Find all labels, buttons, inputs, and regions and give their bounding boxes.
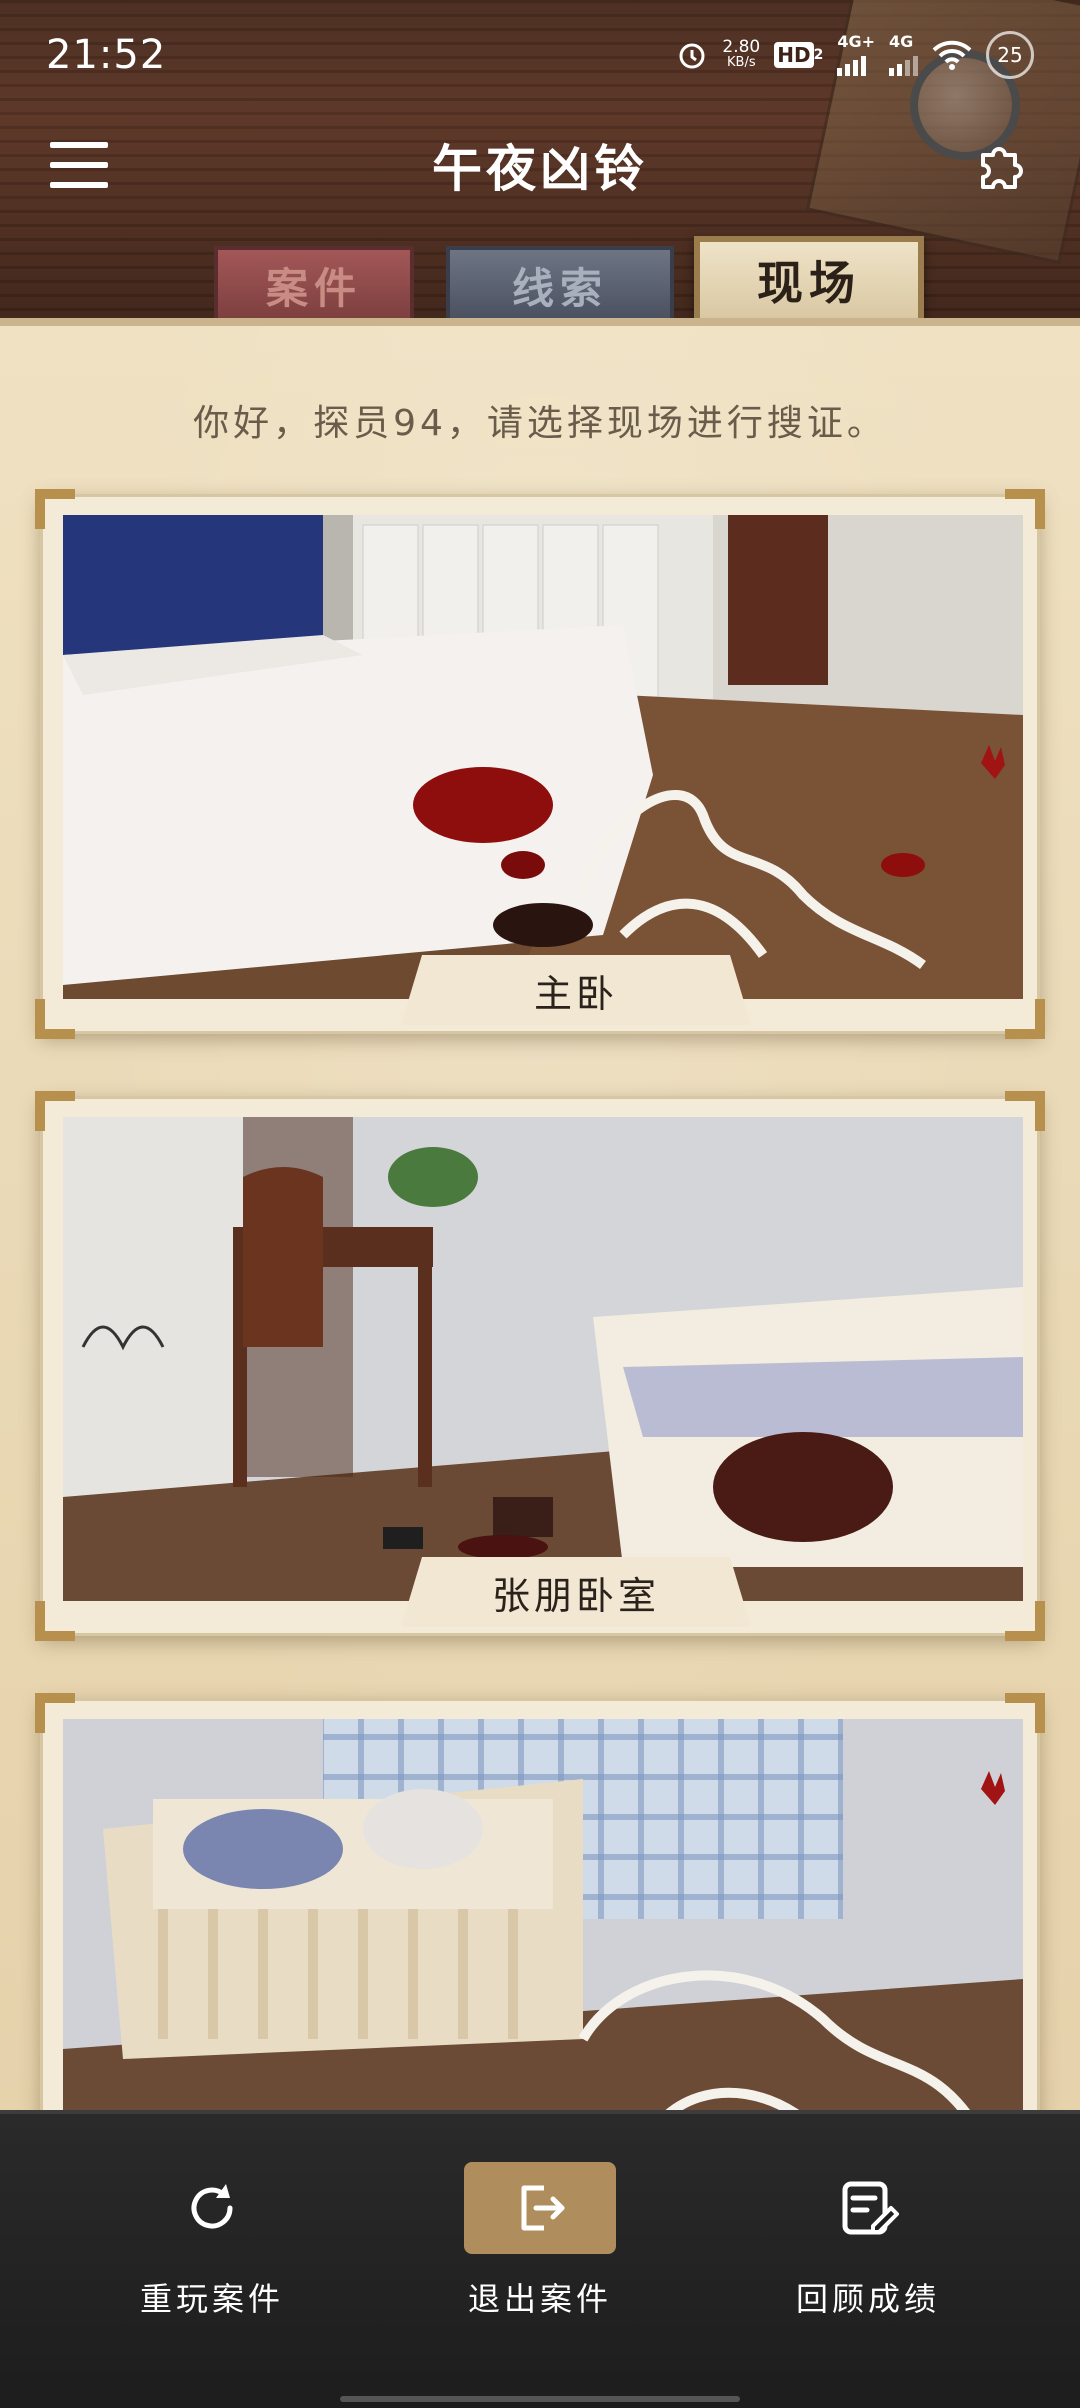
frame-corner bbox=[35, 1693, 75, 1733]
greeting-text: 你好，探员94，请选择现场进行搜证。 bbox=[193, 403, 887, 444]
wifi-icon bbox=[932, 39, 972, 71]
frame-corner bbox=[35, 999, 75, 1039]
frame-corner bbox=[1005, 1601, 1045, 1641]
tab-clues[interactable]: 线索 bbox=[446, 246, 674, 324]
status-time: 21:52 bbox=[46, 32, 167, 78]
scene-label: 主卧 bbox=[401, 955, 751, 1025]
menu-icon-bar bbox=[50, 182, 108, 188]
tab-scene[interactable]: 现场 bbox=[694, 236, 924, 324]
frame-corner bbox=[35, 1091, 75, 1131]
replay-icon bbox=[136, 2162, 288, 2254]
puzzle-button[interactable] bbox=[974, 138, 1030, 194]
menu-icon-bar bbox=[50, 162, 108, 168]
scene-card-zhangpeng-bedroom[interactable]: 张朋卧室 bbox=[35, 1091, 1045, 1641]
frame-corner bbox=[35, 489, 75, 529]
net-4g-plus-label: 4G+ bbox=[837, 32, 875, 51]
status-icons: 2.80 KB/s HD 2 4G+ 4G 25 bbox=[676, 31, 1034, 79]
scene-card-master-bedroom[interactable]: 主卧 bbox=[35, 489, 1045, 1039]
frame-corner bbox=[1005, 1693, 1045, 1733]
puzzle-icon bbox=[981, 147, 1023, 189]
battery-level: 25 bbox=[997, 43, 1023, 67]
review-icon bbox=[792, 2162, 944, 2254]
net-4g-label: 4G bbox=[889, 32, 914, 51]
exit-case-label: 退出案件 bbox=[467, 2280, 612, 2318]
exit-icon bbox=[464, 2162, 616, 2254]
page-title: 午夜凶铃 bbox=[432, 140, 648, 198]
hd-sub: 2 bbox=[813, 47, 824, 63]
scene-image-master-bedroom bbox=[63, 515, 1023, 999]
review-score-button[interactable]: 回顾成绩 bbox=[768, 2162, 968, 2352]
home-indicator[interactable] bbox=[340, 2396, 740, 2402]
exit-case-button[interactable]: 退出案件 bbox=[440, 2162, 640, 2352]
net-speed: 2.80 KB/s bbox=[722, 39, 760, 71]
net-speed-value: 2.80 bbox=[722, 37, 761, 57]
menu-icon-bar bbox=[50, 142, 108, 148]
menu-button[interactable] bbox=[50, 142, 108, 188]
frame-corner bbox=[1005, 489, 1045, 529]
signal-4g-plus-icon: 4G+ bbox=[837, 34, 875, 76]
replay-case-button[interactable]: 重玩案件 bbox=[112, 2162, 312, 2352]
frame-corner bbox=[1005, 1091, 1045, 1131]
scene-label: 张朋卧室 bbox=[401, 1557, 751, 1627]
net-speed-unit: KB/s bbox=[727, 55, 756, 70]
app-header: 午夜凶铃 bbox=[0, 110, 1080, 220]
tab-case[interactable]: 案件 bbox=[214, 246, 414, 324]
battery-icon: 25 bbox=[986, 31, 1034, 79]
status-bar: 21:52 2.80 KB/s HD 2 4G+ 4G 25 bbox=[0, 0, 1080, 110]
alarm-icon bbox=[676, 39, 708, 71]
replay-case-label: 重玩案件 bbox=[139, 2280, 284, 2318]
scene-image-zhangpeng-bedroom bbox=[63, 1117, 1023, 1601]
hd-label: HD bbox=[774, 42, 814, 68]
hd-icon: HD 2 bbox=[774, 42, 823, 68]
bottom-action-bar: 重玩案件 退出案件 回顾成绩 bbox=[0, 2110, 1080, 2408]
frame-corner bbox=[1005, 999, 1045, 1039]
scene-panel: 你好，探员94，请选择现场进行搜证。 主卧 张朋卧室 bbox=[0, 318, 1080, 2238]
signal-4g-icon: 4G bbox=[889, 34, 918, 76]
frame-corner bbox=[35, 1601, 75, 1641]
tab-bar: 案件 线索 现场 bbox=[0, 232, 1080, 332]
review-score-label: 回顾成绩 bbox=[795, 2280, 940, 2318]
